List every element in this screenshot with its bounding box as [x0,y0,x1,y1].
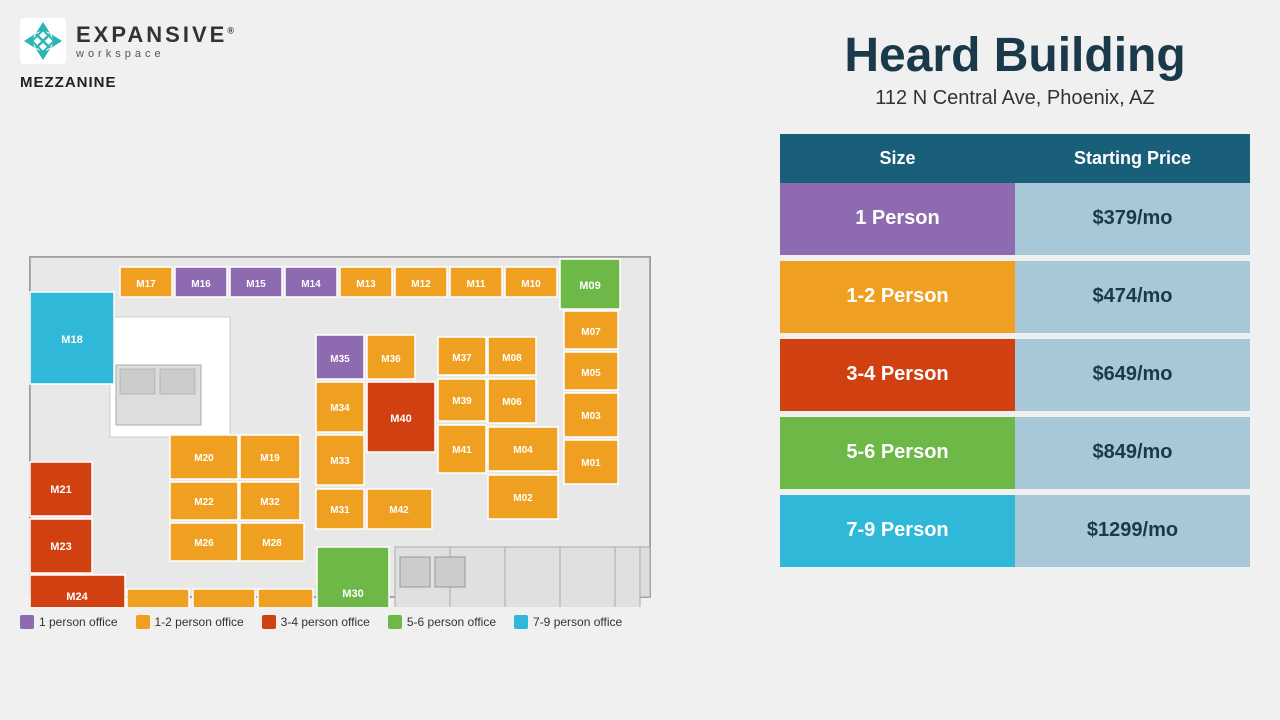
price-cell: $474/mo [1015,261,1250,333]
pricing-header-price: Starting Price [1015,134,1250,183]
svg-text:M39: M39 [452,396,472,407]
svg-text:M30: M30 [342,588,363,600]
logo-company-name: EXPANSIVE® [76,22,237,48]
building-title: Heard Building [780,30,1250,83]
pricing-table: Size Starting Price 1 Person $379/mo 1-2… [780,134,1250,567]
legend-label-79person: 7-9 person office [533,615,622,629]
svg-text:M20: M20 [194,453,214,464]
legend-item-34person: 3-4 person office [262,615,370,629]
svg-text:M32: M32 [260,497,280,508]
svg-text:M01: M01 [581,458,601,469]
svg-text:M12: M12 [411,279,431,290]
svg-text:M37: M37 [452,353,472,364]
floorplan-container: M18 M17 M16 M15 M14 M13 M12 M11 M10 M09 [20,97,740,607]
svg-text:M34: M34 [330,403,350,414]
svg-text:M40: M40 [390,413,411,425]
size-cell: 3-4 Person [780,339,1015,411]
svg-text:M17: M17 [136,279,156,290]
size-cell: 1 Person [780,183,1015,255]
price-cell: $379/mo [1015,183,1250,255]
legend: 1 person office 1-2 person office 3-4 pe… [20,615,740,629]
legend-item-79person: 7-9 person office [514,615,622,629]
price-cell: $849/mo [1015,417,1250,489]
expansive-logo-icon [20,18,66,64]
svg-text:M15: M15 [246,279,266,290]
right-panel: Heard Building 112 N Central Ave, Phoeni… [760,0,1280,720]
svg-text:M02: M02 [513,493,533,504]
size-cell: 7-9 Person [780,495,1015,567]
svg-text:M27: M27 [214,606,234,607]
svg-text:M26: M26 [194,538,214,549]
logo-area: EXPANSIVE® workspace [20,18,740,64]
svg-text:M22: M22 [194,497,214,508]
svg-text:M08: M08 [502,353,522,364]
size-cell: 1-2 Person [780,261,1015,333]
legend-swatch-1person [20,615,34,629]
logo-text: EXPANSIVE® workspace [76,22,237,60]
svg-text:M06: M06 [502,397,522,408]
svg-text:M35: M35 [330,354,350,365]
floorplan-svg: M18 M17 M16 M15 M14 M13 M12 M11 M10 M09 [20,97,740,607]
legend-item-56person: 5-6 person office [388,615,496,629]
svg-text:M25: M25 [148,606,168,607]
svg-text:M33: M33 [330,456,350,467]
svg-text:M36: M36 [381,354,401,365]
svg-text:M29: M29 [275,606,295,607]
pricing-header-size: Size [780,134,1015,183]
legend-swatch-79person [514,615,528,629]
svg-text:M10: M10 [521,279,541,290]
left-panel: EXPANSIVE® workspace MEZZANINE M18 [0,0,760,720]
legend-label-12person: 1-2 person office [155,615,244,629]
legend-item-1person: 1 person office [20,615,118,629]
size-cell: 5-6 Person [780,417,1015,489]
legend-label-56person: 5-6 person office [407,615,496,629]
svg-text:M24: M24 [66,591,88,603]
svg-text:M31: M31 [330,505,350,516]
svg-text:M18: M18 [61,334,82,346]
legend-label-34person: 3-4 person office [281,615,370,629]
svg-text:M41: M41 [452,445,472,456]
pricing-row: 5-6 Person $849/mo [780,417,1250,489]
svg-text:M07: M07 [581,327,601,338]
pricing-row: 7-9 Person $1299/mo [780,495,1250,567]
pricing-row: 1 Person $379/mo [780,183,1250,255]
legend-swatch-12person [136,615,150,629]
svg-text:M11: M11 [467,279,486,290]
mezzanine-label: MEZZANINE [20,74,740,91]
svg-text:M13: M13 [356,279,376,290]
pricing-row: 3-4 Person $649/mo [780,339,1250,411]
legend-item-12person: 1-2 person office [136,615,244,629]
svg-text:M04: M04 [513,445,533,456]
svg-text:M23: M23 [50,541,71,553]
svg-text:M42: M42 [389,505,409,516]
svg-text:M09: M09 [579,280,600,292]
pricing-row: 1-2 Person $474/mo [780,261,1250,333]
svg-text:M03: M03 [581,411,601,422]
svg-text:M05: M05 [581,368,601,379]
building-address: 112 N Central Ave, Phoenix, AZ [780,87,1250,110]
legend-label-1person: 1 person office [39,615,118,629]
svg-text:M19: M19 [260,453,280,464]
logo-sub: workspace [76,48,237,60]
svg-text:M28: M28 [262,538,282,549]
svg-text:M14: M14 [301,279,321,290]
legend-swatch-34person [262,615,276,629]
svg-text:M16: M16 [191,279,211,290]
price-cell: $649/mo [1015,339,1250,411]
svg-text:M21: M21 [50,484,71,496]
legend-swatch-56person [388,615,402,629]
price-cell: $1299/mo [1015,495,1250,567]
